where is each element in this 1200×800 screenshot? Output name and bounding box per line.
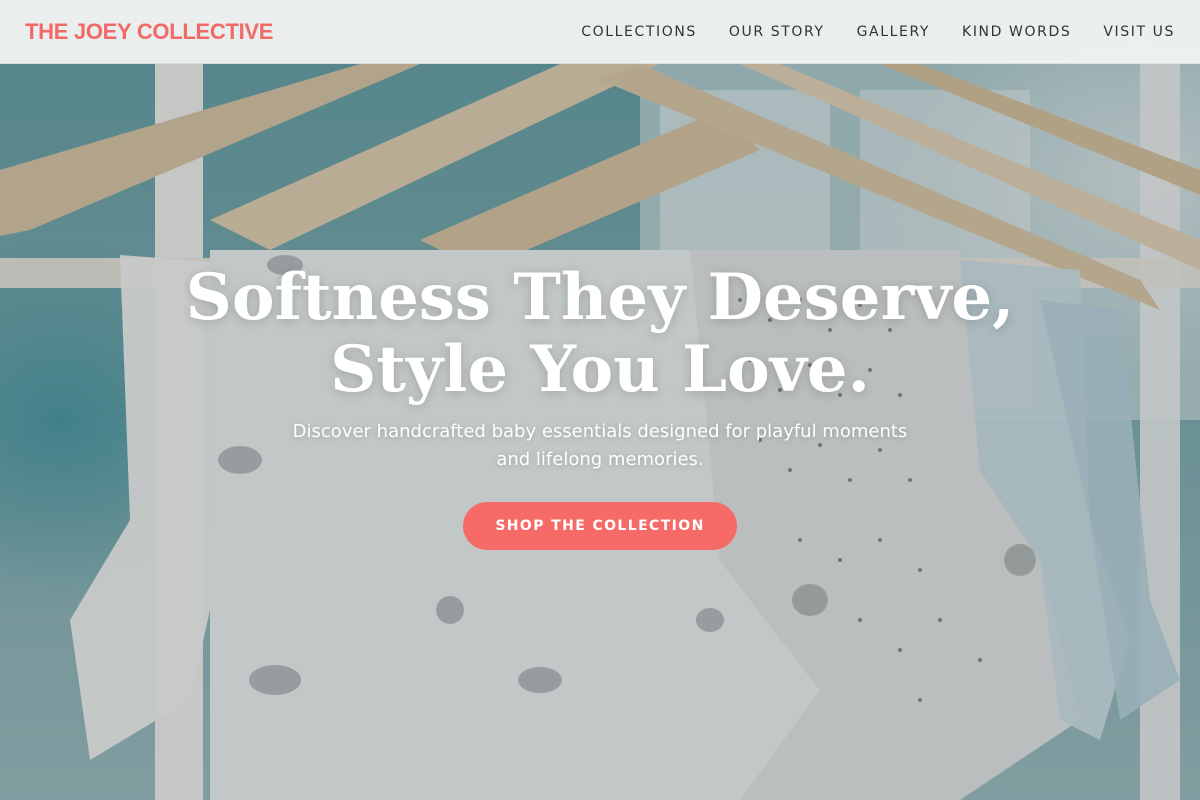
nav-link-kind-words[interactable]: KIND WORDS [962, 24, 1071, 40]
hero-subtitle-line-2: and lifelong memories. [496, 449, 704, 470]
nav-link-visit-us[interactable]: VISIT US [1103, 24, 1175, 40]
nav-link-collections[interactable]: COLLECTIONS [581, 24, 697, 40]
main-nav: COLLECTIONS OUR STORY GALLERY KIND WORDS… [581, 24, 1175, 40]
nav-link-our-story[interactable]: OUR STORY [729, 24, 825, 40]
hero-title: Softness They Deserve, Style You Love. [0, 262, 1200, 406]
brand-logo[interactable]: THE JOEY COLLECTIVE [25, 19, 273, 45]
hero-subtitle: Discover handcrafted baby essentials des… [250, 418, 950, 474]
shop-collection-button[interactable]: SHOP THE COLLECTION [463, 502, 737, 550]
hero-content: Softness They Deserve, Style You Love. D… [0, 262, 1200, 550]
hero-title-line-2: Style You Love. [330, 332, 870, 407]
hero-subtitle-line-1: Discover handcrafted baby essentials des… [292, 421, 908, 442]
nav-link-gallery[interactable]: GALLERY [857, 24, 930, 40]
hero-title-line-1: Softness They Deserve, [185, 260, 1015, 335]
site-header: THE JOEY COLLECTIVE COLLECTIONS OUR STOR… [0, 0, 1200, 64]
